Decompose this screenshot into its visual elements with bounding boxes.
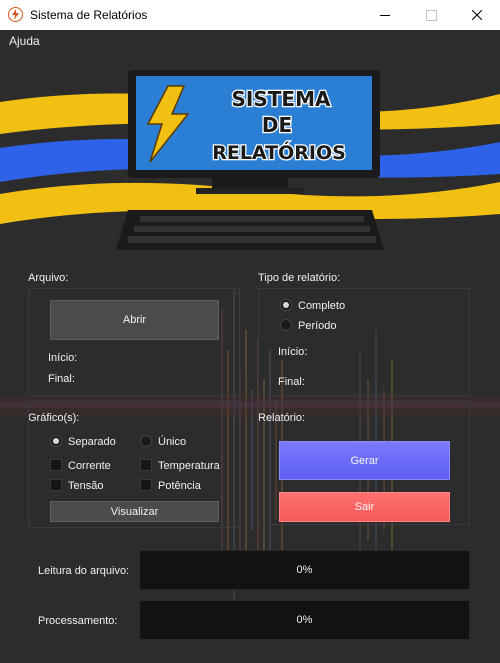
checkbox-temperatura-label: Temperatura (158, 460, 220, 472)
tipo-relatorio-label: Tipo de relatório: (258, 272, 341, 284)
exit-button[interactable]: Sair (279, 492, 450, 522)
leitura-progress-value: 0% (296, 564, 313, 576)
banner-line-2: DE (262, 113, 292, 137)
radio-separado[interactable] (50, 435, 62, 447)
generate-button[interactable]: Gerar (279, 441, 450, 480)
close-button[interactable] (454, 0, 500, 30)
leitura-progress-bar: 0% (139, 550, 470, 590)
checkbox-potencia-label: Potência (158, 480, 201, 492)
banner-image: SISTEMA DE RELATÓRIOS (0, 70, 500, 250)
open-file-button[interactable]: Abrir (50, 300, 219, 340)
checkbox-corrente-label: Corrente (68, 460, 111, 472)
checkbox-temperatura[interactable] (140, 459, 152, 471)
processamento-label: Processamento: (38, 615, 118, 627)
radio-separado-label: Separado (68, 436, 116, 448)
radio-periodo-label: Período (298, 320, 337, 332)
lightning-icon (8, 7, 23, 22)
processamento-progress-value: 0% (296, 614, 313, 626)
arquivo-final-label: Final: (48, 373, 75, 385)
arquivo-inicio-label: Início: (48, 352, 78, 364)
minimize-button[interactable] (362, 0, 408, 30)
periodo-final-label: Final: (278, 376, 305, 388)
periodo-inicio-label: Início: (278, 346, 308, 358)
radio-unico-label: Único (158, 436, 187, 448)
close-icon (472, 10, 482, 20)
menu-bar: Ajuda (0, 30, 500, 50)
window-title: Sistema de Relatórios (30, 8, 148, 22)
main-content: SISTEMA DE RELATÓRIOS Arquivo: Abrir Iní… (0, 50, 500, 663)
radio-completo[interactable] (280, 299, 292, 311)
visualize-button[interactable]: Visualizar (50, 501, 219, 522)
radio-periodo[interactable] (280, 319, 292, 331)
processamento-progress-bar: 0% (139, 600, 470, 640)
title-bar: Sistema de Relatórios (0, 0, 500, 30)
checkbox-tensao[interactable] (50, 479, 62, 491)
menu-item-ajuda[interactable]: Ajuda (9, 34, 40, 48)
radio-completo-label: Completo (298, 300, 346, 312)
banner-line-1: SISTEMA (232, 87, 331, 111)
monitor-base (196, 188, 304, 194)
checkbox-potencia[interactable] (140, 479, 152, 491)
banner-line-3: RELATÓRIOS (212, 140, 346, 164)
checkbox-corrente[interactable] (50, 459, 62, 471)
leitura-label: Leitura do arquivo: (38, 565, 130, 577)
checkbox-tensao-label: Tensão (68, 480, 104, 492)
radio-unico[interactable] (140, 435, 152, 447)
arquivo-label: Arquivo: (28, 272, 69, 284)
maximize-button[interactable] (408, 0, 454, 30)
